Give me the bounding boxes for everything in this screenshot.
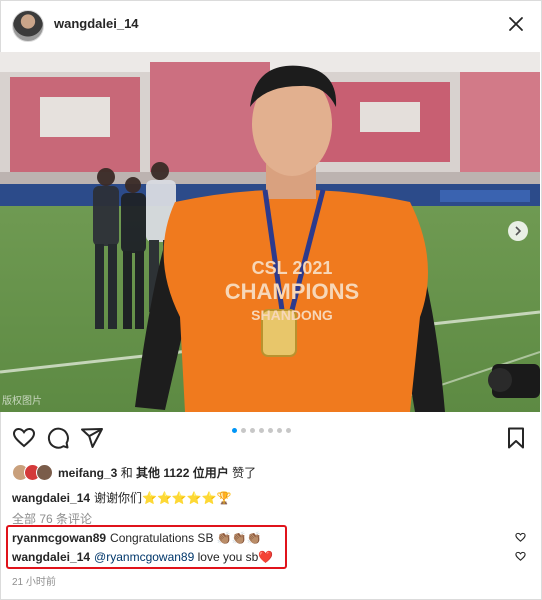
carousel-indicator: [232, 428, 291, 433]
carousel-dot: [259, 428, 264, 433]
comment-row: ryanmcgowan89 Congratulations SB 👏🏽👏🏽👏🏽: [12, 531, 262, 545]
likes-suffix: 赞了: [228, 465, 257, 480]
likes-others[interactable]: 其他 1122 位用户: [136, 466, 229, 480]
likes-user[interactable]: meifang_3: [58, 466, 117, 480]
heart-icon[interactable]: [12, 426, 36, 450]
carousel-next-button[interactable]: [508, 221, 528, 241]
comment-username[interactable]: wangdalei_14: [12, 550, 90, 564]
comment-username[interactable]: ryanmcgowan89: [12, 531, 106, 545]
carousel-dot: [241, 428, 246, 433]
comment-heart-icon[interactable]: [515, 551, 526, 562]
carousel-dot: [268, 428, 273, 433]
jersey-line-3: SHANDONG: [251, 307, 333, 323]
photo-watermark: 版权图片: [2, 396, 42, 407]
post-timestamp[interactable]: 21 小时前: [12, 573, 56, 588]
avatar[interactable]: [12, 10, 44, 42]
liker-avatar[interactable]: [36, 463, 53, 481]
more-icon[interactable]: [506, 14, 526, 34]
carousel-dot: [250, 428, 255, 433]
comment-row: wangdalei_14 @ryanmcgowan89 love you sb❤️: [12, 550, 273, 564]
post-header: wangdalei_14: [0, 0, 540, 50]
caption-text: 谢谢你们⭐⭐⭐⭐⭐🏆: [94, 491, 232, 505]
likes-text[interactable]: meifang_3 和 其他 1122 位用户 赞了: [58, 464, 256, 481]
carousel-dot: [286, 428, 291, 433]
bookmark-icon[interactable]: [504, 426, 528, 450]
likes-row: meifang_3 和 其他 1122 位用户 赞了: [12, 462, 256, 482]
comment-mention[interactable]: @ryanmcgowan89: [94, 550, 194, 564]
post-photo[interactable]: CSL 2021 CHAMPIONS SHANDONG: [0, 52, 540, 412]
post-username[interactable]: wangdalei_14: [54, 16, 139, 31]
comment-icon[interactable]: [46, 426, 70, 450]
caption-username[interactable]: wangdalei_14: [12, 491, 90, 505]
comment-heart-icon[interactable]: [515, 532, 526, 543]
action-bar: [0, 420, 540, 456]
jersey-line-2: CHAMPIONS: [225, 279, 359, 304]
likes-and: 和: [117, 465, 137, 480]
chevron-right-icon: [515, 226, 522, 236]
share-icon[interactable]: [80, 426, 104, 450]
comment-text: Congratulations SB 👏🏽👏🏽👏🏽: [110, 531, 262, 545]
comment-text: love you sb❤️: [194, 550, 274, 564]
caption: wangdalei_14 谢谢你们⭐⭐⭐⭐⭐🏆: [12, 489, 232, 506]
carousel-dot: [277, 428, 282, 433]
jersey-line-1: CSL 2021: [252, 258, 333, 278]
photo-illustration: CSL 2021 CHAMPIONS SHANDONG: [0, 52, 540, 412]
carousel-dot: [232, 428, 237, 433]
